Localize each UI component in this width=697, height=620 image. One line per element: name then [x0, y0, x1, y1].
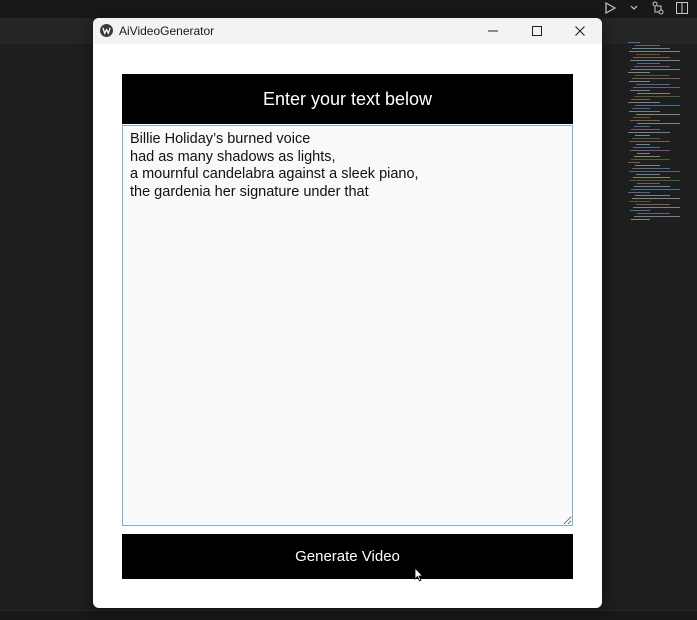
- minimap-line: [628, 42, 640, 43]
- instruction-header-label: Enter your text below: [262, 88, 433, 109]
- close-icon: [575, 26, 585, 36]
- source-control-icon[interactable]: [651, 1, 665, 15]
- minimap-line: [633, 117, 650, 118]
- minimap-line: [634, 96, 680, 97]
- minimap-line: [630, 210, 650, 211]
- minimap-line: [634, 216, 680, 217]
- chevron-down-icon[interactable]: [627, 1, 641, 15]
- minimap-line: [631, 99, 650, 100]
- split-layout-icon[interactable]: [675, 1, 689, 15]
- minimap-line: [635, 195, 670, 196]
- minimap-line: [628, 102, 660, 103]
- minimap-line: [633, 177, 670, 178]
- minimap-line: [634, 66, 670, 67]
- mouse-pointer-icon: [414, 567, 424, 582]
- minimap-line: [635, 105, 680, 106]
- minimap-line: [630, 120, 660, 121]
- minimize-icon: [488, 30, 498, 32]
- minimap-line: [634, 156, 660, 157]
- minimap-line: [629, 111, 660, 112]
- minimap-line: [632, 108, 650, 109]
- minimap-line: [636, 84, 670, 85]
- minimap-line: [632, 168, 670, 169]
- minimap-line: [630, 90, 650, 91]
- minimap-line: [636, 54, 660, 55]
- minimap-line: [628, 162, 640, 163]
- minimap-line: [628, 72, 650, 73]
- minimap-line: [636, 174, 660, 175]
- minimap-line: [636, 144, 650, 145]
- minimap-line: [635, 135, 650, 136]
- text-input-area[interactable]: [122, 125, 573, 526]
- minimap-line: [630, 180, 680, 181]
- maximize-icon: [532, 26, 542, 36]
- minimap-line: [637, 63, 660, 64]
- app-logo-icon: [100, 24, 113, 37]
- minimap-line: [632, 138, 660, 139]
- minimap-line: [628, 192, 650, 193]
- minimap-line: [637, 123, 680, 124]
- minimap-line: [629, 171, 680, 172]
- minimap-line: [637, 183, 660, 184]
- minimap-line: [635, 75, 670, 76]
- minimap-line: [629, 141, 670, 142]
- minimap-line: [636, 114, 680, 115]
- minimap-line: [629, 51, 680, 52]
- minimap-line: [631, 189, 680, 190]
- minimap-line: [630, 150, 670, 151]
- minimap-line: [628, 132, 670, 133]
- minimap-line: [631, 69, 680, 70]
- app-window: AiVideoGenerator Enter your text below G…: [93, 18, 602, 608]
- minimap-line: [635, 165, 660, 166]
- minimap-line: [635, 45, 660, 46]
- minimap-line: [633, 147, 660, 148]
- minimap-line: [632, 78, 680, 79]
- minimap-line: [631, 219, 650, 220]
- minimap-line: [633, 87, 680, 88]
- play-icon[interactable]: [603, 1, 617, 15]
- minimap-line: [629, 81, 650, 82]
- minimap-line: [634, 126, 650, 127]
- minimap-line: [637, 213, 670, 214]
- window-title-bar[interactable]: AiVideoGenerator: [93, 18, 602, 44]
- ide-toolbar: [603, 0, 689, 16]
- minimap-line: [632, 48, 670, 49]
- window-title: AiVideoGenerator: [119, 24, 215, 38]
- minimap-line: [634, 186, 670, 187]
- ide-title-bar: [0, 0, 697, 18]
- minimap-line: [629, 201, 650, 202]
- maximize-button[interactable]: [515, 18, 559, 44]
- generate-video-label: Generate Video: [295, 548, 400, 565]
- minimap-line: [630, 60, 680, 61]
- minimap-line: [632, 198, 680, 199]
- ide-minimap[interactable]: [628, 42, 690, 222]
- minimap-line: [637, 153, 650, 154]
- close-button[interactable]: [558, 18, 602, 44]
- minimize-button[interactable]: [471, 18, 515, 44]
- minimap-line: [631, 129, 660, 130]
- minimap-line: [633, 207, 680, 208]
- instruction-header: Enter your text below: [122, 74, 573, 124]
- minimap-line: [631, 159, 670, 160]
- minimap-line: [633, 57, 670, 58]
- minimap-line: [636, 204, 670, 205]
- generate-video-button[interactable]: Generate Video: [122, 534, 573, 579]
- minimap-line: [637, 93, 670, 94]
